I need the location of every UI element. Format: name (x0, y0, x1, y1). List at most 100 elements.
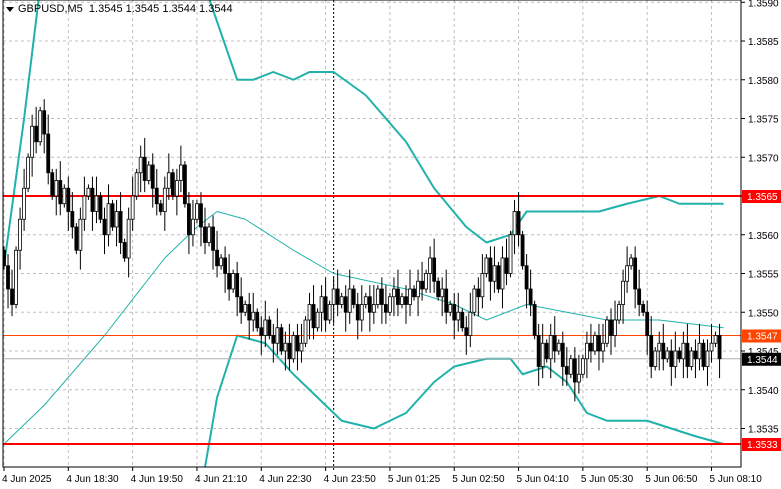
bull-candle (456, 311, 461, 321)
bull-candle (681, 342, 686, 360)
bear-candle (464, 327, 469, 336)
bear-candle (649, 335, 654, 367)
bull-candle (428, 257, 433, 274)
price-chart[interactable]: 1.3590 1.3585 1.3580 1.3575 1.3570 1.3565 1.35… (0, 0, 781, 489)
symbol-label: GBPUSD,M5 (18, 3, 83, 15)
bear-candle (552, 335, 557, 352)
plot-area (3, 0, 741, 467)
bear-candle (279, 327, 284, 352)
bull-candle (613, 319, 617, 336)
bull-candle (653, 350, 658, 367)
bear-candle (677, 350, 682, 360)
bear-candle (42, 110, 47, 135)
time-label: 4 Jun 21:10 (195, 474, 248, 485)
bull-candle (126, 218, 131, 259)
bull-candle (440, 288, 445, 298)
bull-candle (62, 187, 67, 205)
bull-candle (621, 280, 625, 305)
bull-candle (327, 304, 332, 321)
bull-candle (114, 211, 119, 228)
bull-candle (580, 358, 585, 375)
bull-candle (492, 265, 497, 282)
bull-candle (299, 342, 304, 352)
time-label: 5 Jun 01:25 (388, 474, 441, 485)
time-label: 4 Jun 23:50 (324, 474, 377, 485)
bear-candle (524, 265, 529, 290)
bull-candle (191, 218, 195, 236)
bull-candle (468, 311, 473, 336)
bull-candle (231, 273, 236, 290)
bear-candle (693, 350, 698, 360)
bull-candle (689, 350, 694, 367)
dropdown-triangle-icon[interactable] (6, 6, 14, 12)
bull-candle (339, 296, 344, 305)
bear-candle (247, 304, 252, 321)
bull-candle (315, 311, 320, 329)
bull-candle (162, 187, 167, 212)
bull-candle (713, 335, 718, 344)
time-label: 5 Jun 05:30 (581, 474, 634, 485)
bull-candle (331, 288, 336, 305)
bull-candle (166, 172, 171, 189)
bear-candle (223, 257, 228, 274)
bear-candle (589, 342, 593, 352)
bear-candle (170, 172, 175, 197)
bear-candle (544, 342, 549, 360)
bear-candle (412, 288, 416, 298)
bull-candle (556, 342, 561, 352)
time-label: 5 Jun 04:10 (517, 474, 570, 485)
bull-candle (82, 195, 87, 220)
bear-candle (452, 304, 457, 321)
bear-candle (154, 187, 159, 205)
bull-candle (673, 350, 678, 367)
bear-candle (520, 234, 525, 267)
price-label: 1.3540 (748, 386, 779, 397)
ohlc-values: 1.3545 1.3545 1.3544 1.3544 (88, 3, 233, 15)
bear-candle (528, 288, 533, 305)
bear-candle (122, 242, 127, 259)
bear-candle (34, 125, 39, 143)
bear-candle (536, 335, 541, 367)
bear-candle (335, 288, 340, 305)
bear-candle (717, 335, 722, 360)
bear-candle (432, 257, 437, 282)
bull-candle (251, 311, 256, 321)
bear-candle (46, 133, 51, 174)
price-label: 1.3550 (748, 308, 779, 319)
bull-candle (424, 273, 429, 290)
bear-candle (383, 304, 388, 313)
bull-candle (303, 319, 308, 344)
time-label: 4 Jun 2025 (2, 474, 52, 485)
bull-candle (146, 164, 151, 181)
price-label: 1.3560 (748, 231, 779, 242)
bear-candle (516, 211, 521, 236)
bear-candle (323, 296, 328, 321)
price-tag-label: 1.3547 (747, 332, 778, 343)
bear-candle (74, 226, 79, 251)
bear-candle (98, 195, 103, 220)
bull-candle (38, 110, 43, 143)
bull-candle (363, 296, 368, 305)
bull-candle (219, 257, 223, 267)
bull-candle (375, 288, 380, 305)
bear-candle (379, 288, 384, 305)
bull-candle (22, 187, 27, 220)
bull-candle (705, 350, 710, 367)
bear-candle (488, 257, 493, 282)
bear-candle (235, 273, 240, 298)
bear-candle (404, 296, 408, 305)
bull-candle (283, 342, 288, 352)
price-label: 1.3575 (748, 115, 779, 126)
bull-candle (540, 342, 545, 367)
bear-candle (367, 296, 372, 313)
bull-candle (629, 257, 634, 267)
bear-candle (701, 342, 706, 367)
time-label: 5 Jun 08:10 (710, 474, 763, 485)
bear-candle (351, 288, 356, 305)
bear-candle (295, 335, 300, 352)
bull-candle (307, 304, 312, 321)
bear-candle (436, 280, 441, 298)
price-label: 1.3535 (748, 425, 779, 436)
bull-candle (347, 288, 352, 313)
bear-candle (199, 203, 203, 228)
